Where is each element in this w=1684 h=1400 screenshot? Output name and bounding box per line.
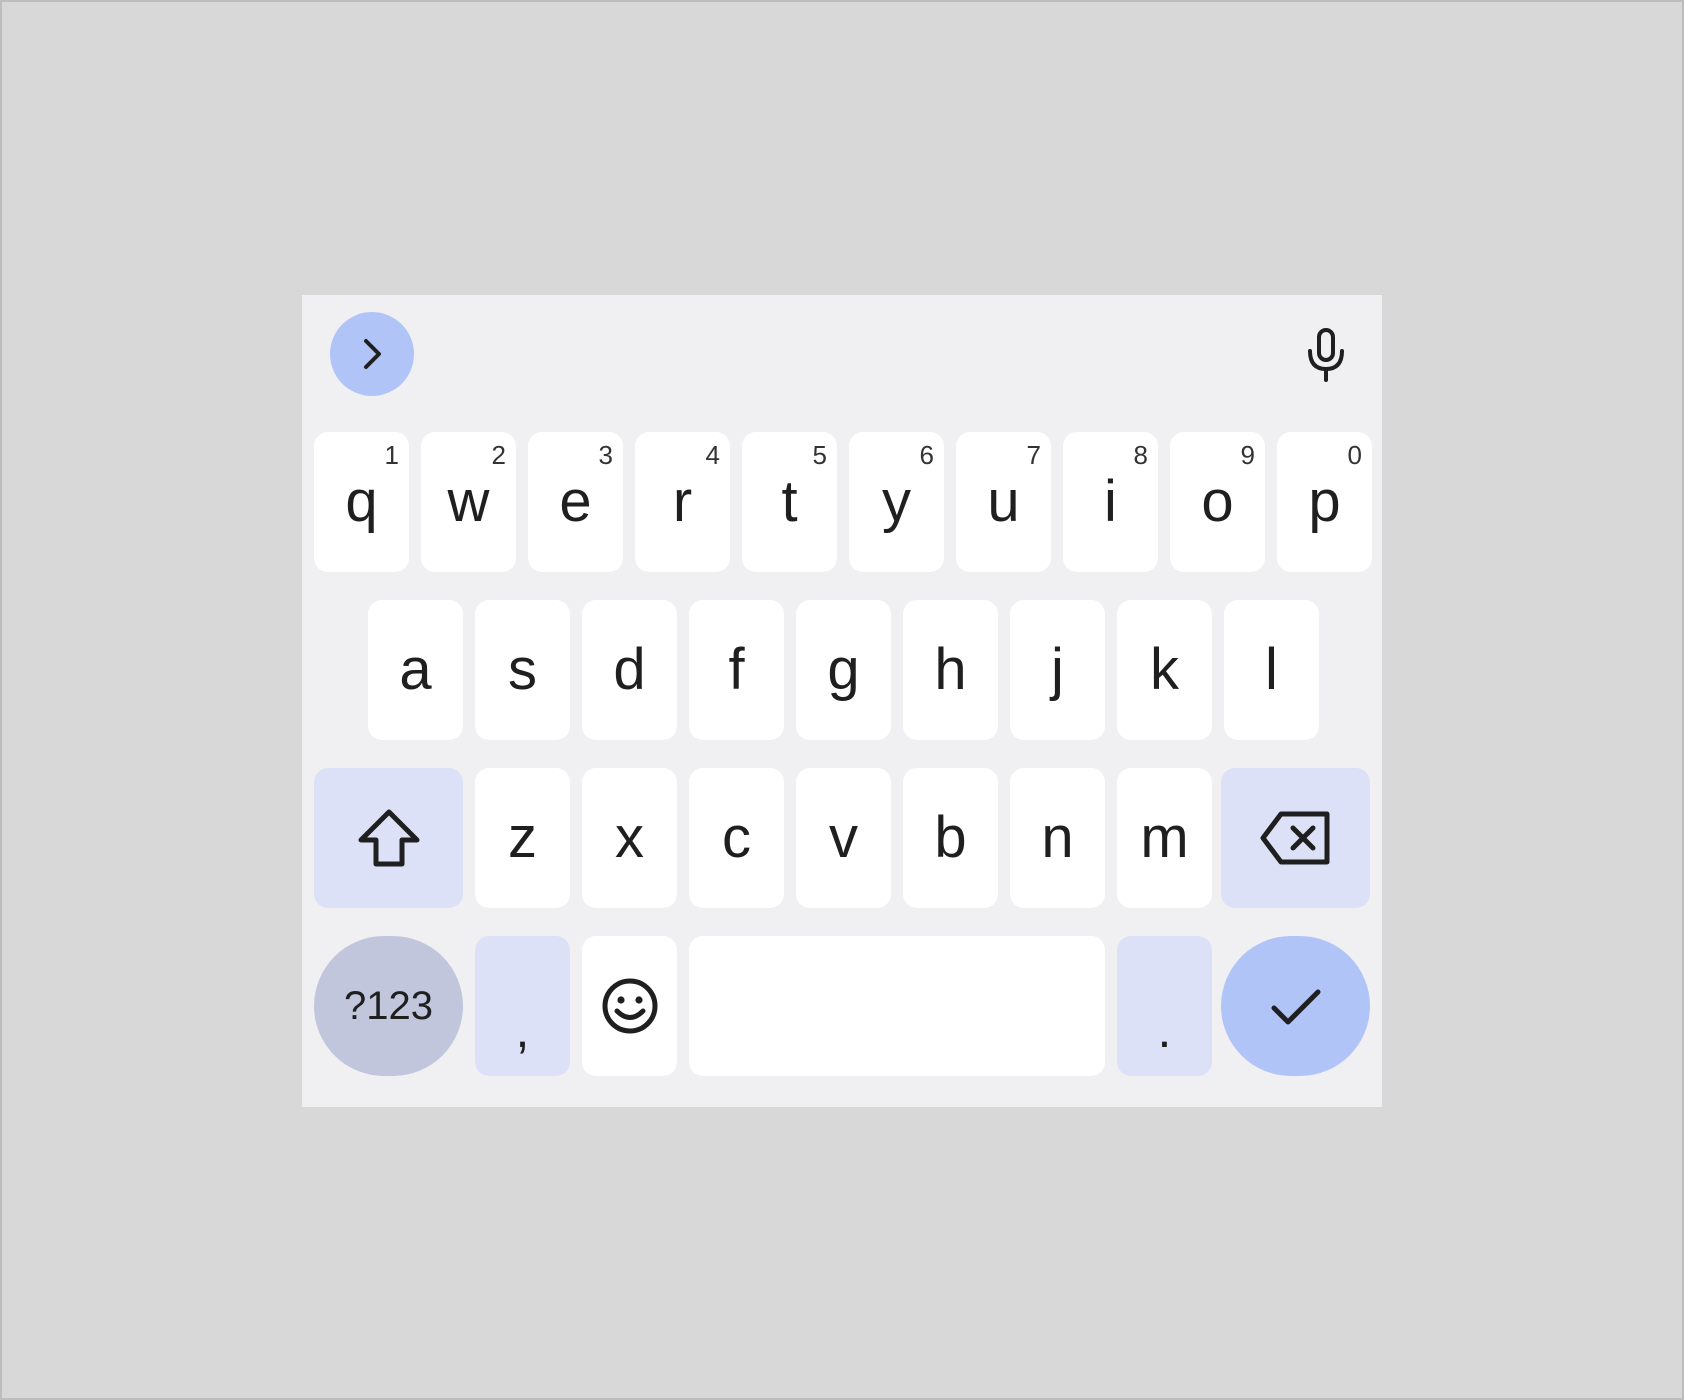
key-label: j	[1051, 637, 1064, 702]
symbols-label: ?123	[344, 984, 433, 1028]
key-d[interactable]: d	[582, 600, 677, 740]
key-label: v	[829, 805, 858, 870]
key-y[interactable]: y 6	[849, 432, 944, 572]
backspace-key[interactable]	[1221, 768, 1370, 908]
keyboard: q 1 w 2 e 3 r 4 t 5 y 6 u 7 i 8 o 9 p 0 …	[302, 295, 1382, 1107]
symbols-key[interactable]: ?123	[314, 936, 463, 1076]
checkmark-icon	[1271, 989, 1320, 1025]
shift-key[interactable]	[314, 768, 463, 908]
comma-key[interactable]: ,	[475, 936, 570, 1076]
shift-icon	[358, 809, 419, 867]
key-o[interactable]: o 9	[1170, 432, 1265, 572]
key-r[interactable]: r 4	[635, 432, 730, 572]
key-label: d	[613, 637, 646, 702]
key-label: a	[399, 637, 432, 702]
key-v[interactable]: v	[796, 768, 891, 908]
key-label: s	[508, 637, 537, 702]
key-hint: 2	[491, 440, 506, 470]
spacebar[interactable]	[689, 936, 1105, 1076]
key-label: i	[1104, 469, 1117, 534]
key-hint: 5	[812, 440, 827, 470]
key-b[interactable]: b	[903, 768, 998, 908]
key-j[interactable]: j	[1010, 600, 1105, 740]
key-label: y	[882, 469, 911, 534]
key-label: f	[728, 637, 745, 702]
key-u[interactable]: u 7	[956, 432, 1051, 572]
key-hint: 7	[1026, 440, 1041, 470]
key-n[interactable]: n	[1010, 768, 1105, 908]
key-m[interactable]: m	[1117, 768, 1212, 908]
enter-done-key[interactable]	[1221, 936, 1370, 1076]
key-t[interactable]: t 5	[742, 432, 837, 572]
key-label: c	[722, 805, 751, 870]
key-x[interactable]: x	[582, 768, 677, 908]
chevron-right-icon	[364, 339, 381, 369]
key-label: q	[345, 469, 378, 534]
key-label: e	[559, 469, 592, 534]
key-a[interactable]: a	[368, 600, 463, 740]
key-label: z	[508, 805, 537, 870]
emoji-key[interactable]	[582, 936, 677, 1076]
key-label: t	[781, 469, 798, 534]
key-f[interactable]: f	[689, 600, 784, 740]
key-z[interactable]: z	[475, 768, 570, 908]
key-label: r	[672, 469, 693, 534]
key-hint: 1	[384, 440, 399, 470]
key-label: k	[1150, 637, 1179, 702]
emoji-icon	[602, 978, 657, 1034]
backspace-icon	[1260, 811, 1329, 865]
comma-label: ,	[515, 1002, 530, 1058]
key-label: p	[1308, 469, 1341, 534]
key-hint: 0	[1347, 440, 1362, 470]
expand-toolbar-button[interactable]	[330, 312, 414, 396]
key-k[interactable]: k	[1117, 600, 1212, 740]
key-hint: 8	[1133, 440, 1148, 470]
key-label: h	[934, 637, 967, 702]
key-label: o	[1201, 469, 1234, 534]
key-w[interactable]: w 2	[421, 432, 516, 572]
period-key[interactable]: .	[1117, 936, 1212, 1076]
period-label: .	[1157, 1002, 1172, 1058]
voice-input-button[interactable]	[1296, 323, 1356, 387]
key-label: g	[827, 637, 860, 702]
key-h[interactable]: h	[903, 600, 998, 740]
key-i[interactable]: i 8	[1063, 432, 1158, 572]
key-label: u	[987, 469, 1020, 534]
key-hint: 3	[598, 440, 613, 470]
key-label: n	[1041, 805, 1074, 870]
key-hint: 6	[919, 440, 934, 470]
key-label: b	[934, 805, 967, 870]
key-c[interactable]: c	[689, 768, 784, 908]
key-hint: 4	[705, 440, 720, 470]
key-label: l	[1265, 637, 1278, 702]
key-s[interactable]: s	[475, 600, 570, 740]
key-g[interactable]: g	[796, 600, 891, 740]
key-p[interactable]: p 0	[1277, 432, 1372, 572]
key-label: m	[1140, 805, 1189, 870]
key-label: x	[615, 805, 644, 870]
microphone-icon	[1308, 328, 1344, 382]
key-e[interactable]: e 3	[528, 432, 623, 572]
key-l[interactable]: l	[1224, 600, 1319, 740]
key-label: w	[447, 469, 490, 534]
key-q[interactable]: q 1	[314, 432, 409, 572]
key-hint: 9	[1240, 440, 1255, 470]
